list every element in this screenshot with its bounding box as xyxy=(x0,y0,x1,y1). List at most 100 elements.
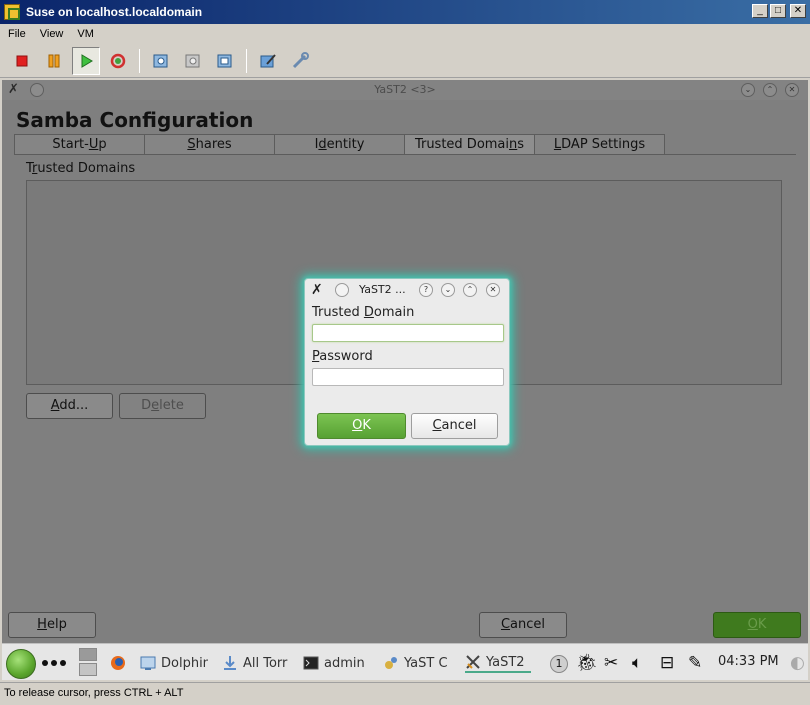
tab-identity[interactable]: Identity xyxy=(274,134,405,154)
reset-icon xyxy=(110,53,126,68)
vm-tools-icon xyxy=(292,51,309,68)
task-label: Dolphin xyxy=(161,655,208,671)
tab-label: LDAP Settings xyxy=(553,137,646,152)
status-bar: To release cursor, press CTRL + ALT xyxy=(0,682,810,705)
maximize-icon[interactable]: ⌃ xyxy=(763,83,777,97)
tab-trusted-domains[interactable]: Trusted Domains xyxy=(404,134,535,154)
play-icon xyxy=(81,53,93,68)
dialog-cancel-button[interactable]: Cancel xyxy=(411,413,498,439)
task-label: YaST2 xyxy=(486,654,525,670)
reset-button[interactable] xyxy=(104,47,132,75)
page-title: Samba Configuration xyxy=(16,108,254,132)
host-menubar: File View VM xyxy=(0,24,810,44)
minimize-icon[interactable]: ⌄ xyxy=(441,283,455,297)
tab-label: Trusted Domains xyxy=(414,137,525,152)
firefox-icon xyxy=(111,656,125,670)
manage-snapshots-icon xyxy=(217,54,232,67)
clock[interactable]: 04:33 PM xyxy=(718,654,779,669)
tab-shares[interactable]: Shares xyxy=(144,134,275,154)
window-menu-icon[interactable] xyxy=(335,283,349,297)
tab-label: Shares xyxy=(187,137,232,152)
delete-button: Delete xyxy=(119,393,206,419)
download-icon xyxy=(224,656,236,670)
ok-button[interactable]: OK xyxy=(713,612,801,638)
battery-icon[interactable]: ⊟ xyxy=(660,653,674,673)
tab-label: Identity xyxy=(314,137,365,152)
close-icon[interactable]: ✕ xyxy=(785,83,799,97)
menu-view[interactable]: View xyxy=(40,28,64,40)
bug-icon[interactable]: 🐞︎ xyxy=(576,653,598,673)
help-icon[interactable]: ? xyxy=(419,283,433,297)
desktop-pager[interactable] xyxy=(79,648,97,676)
task-label: admin xyxy=(324,655,365,671)
snapshot-icon xyxy=(153,54,168,67)
tools-icon[interactable]: ✂ xyxy=(604,653,618,673)
trusted-domain-label: Trusted Domain xyxy=(312,305,415,320)
toolbar-separator xyxy=(139,48,140,73)
task-label: All Torr xyxy=(243,655,288,671)
dialog-ok-button[interactable]: OK xyxy=(317,413,406,439)
vm-app-icon xyxy=(4,4,20,20)
guest-screen[interactable]: ✗ YaST2 <3> ⌄ ⌃ ✕ Samba Configuration St… xyxy=(2,80,808,680)
dialog-titlebar: ✗ YaST2 ... ? ⌄ ⌃ ✕ xyxy=(305,279,509,301)
help-button[interactable]: Help xyxy=(8,612,96,638)
host-titlebar: Suse on localhost.localdomain _ □ ✕ xyxy=(0,0,810,24)
edit-settings-icon xyxy=(260,53,276,67)
trusted-domain-input[interactable] xyxy=(312,324,504,342)
snapshot-button[interactable] xyxy=(147,47,175,75)
window-controls: _ □ ✕ xyxy=(752,4,806,18)
yast-icon: ✗ xyxy=(311,282,323,298)
host-window-title: Suse on localhost.localdomain xyxy=(26,5,203,19)
revert-snapshot-button[interactable] xyxy=(179,47,207,75)
dialog-title: YaST2 ... xyxy=(359,283,406,296)
yast-window-title: YaST2 <3> xyxy=(374,83,436,96)
menu-vm[interactable]: VM xyxy=(77,28,94,40)
dolphin-icon xyxy=(140,656,156,670)
tab-ldap-settings[interactable]: LDAP Settings xyxy=(534,134,665,154)
task-yast-control-center[interactable]: YaST C xyxy=(383,653,451,673)
host-toolbar xyxy=(0,44,810,78)
trusted-domain-dialog: ✗ YaST2 ... ? ⌄ ⌃ ✕ Trusted Domain Passw… xyxy=(304,278,510,446)
network-disconnected-icon[interactable]: ✎ xyxy=(688,653,702,673)
trusted-domains-label: Trusted Domains xyxy=(26,161,136,176)
pause-button[interactable] xyxy=(40,47,68,75)
taskbar: Dolphin All Torr admin YaST C YaST2 1 🐞︎… xyxy=(2,643,808,680)
task-all-torrents[interactable]: All Torr xyxy=(222,653,292,673)
close-button[interactable]: ✕ xyxy=(790,4,806,18)
close-icon[interactable]: ✕ xyxy=(486,283,500,297)
manage-snapshots-button[interactable] xyxy=(211,47,239,75)
tab-underline xyxy=(14,154,796,155)
play-button[interactable] xyxy=(72,46,100,75)
vm-tools-button[interactable] xyxy=(286,47,314,75)
tab-start-up[interactable]: Start-Up xyxy=(14,134,145,154)
maximize-button[interactable]: □ xyxy=(770,4,786,18)
stop-button[interactable] xyxy=(8,47,36,75)
tab-label: Start-Up xyxy=(52,137,107,152)
revert-snapshot-icon xyxy=(185,54,200,67)
task-yast2[interactable]: YaST2 xyxy=(465,653,531,673)
yast-window-titlebar: ✗ YaST2 <3> ⌄ ⌃ ✕ xyxy=(2,80,808,100)
edit-settings-button[interactable] xyxy=(254,47,282,75)
menu-file[interactable]: File xyxy=(8,28,26,40)
password-input[interactable] xyxy=(312,368,504,386)
maximize-icon[interactable]: ⌃ xyxy=(463,283,477,297)
add-button[interactable]: Add... xyxy=(26,393,113,419)
firefox-launcher[interactable] xyxy=(110,653,128,673)
cancel-button[interactable]: Cancel xyxy=(479,612,567,638)
minimize-button[interactable]: _ xyxy=(752,4,768,18)
terminal-icon xyxy=(303,656,319,670)
pause-icon xyxy=(48,54,60,67)
toolbar-separator xyxy=(246,48,247,73)
desktop-number-badge[interactable]: 1 xyxy=(550,655,568,673)
panel-toolbox-icon[interactable]: ◐ xyxy=(790,653,805,673)
start-menu-button[interactable] xyxy=(6,649,36,679)
stop-icon xyxy=(16,55,28,66)
yast-icon xyxy=(466,655,480,669)
task-dolphin[interactable]: Dolphin xyxy=(140,653,208,673)
tab-bar: Start-Up Shares Identity Trusted Domains… xyxy=(14,134,665,154)
minimize-icon[interactable]: ⌄ xyxy=(741,83,755,97)
activities-icon[interactable] xyxy=(42,660,66,666)
task-admin-terminal[interactable]: admin xyxy=(303,653,369,673)
yast-cc-icon xyxy=(385,657,397,669)
volume-icon[interactable]: 🔈︎ xyxy=(632,653,642,673)
